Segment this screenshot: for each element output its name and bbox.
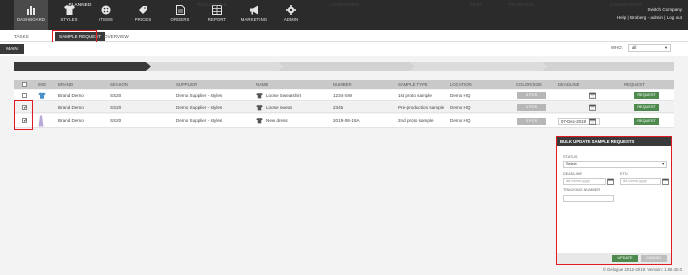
bulk-panel-title: BULK UPDATE SAMPLE REQUESTS bbox=[557, 137, 671, 146]
style-icon bbox=[256, 117, 263, 124]
col-request: REQUEST bbox=[624, 82, 645, 87]
calendar-icon[interactable] bbox=[607, 178, 614, 185]
request-button[interactable]: REQUEST bbox=[634, 92, 659, 99]
cell-name[interactable]: Loose sweat bbox=[266, 102, 292, 113]
cell-number: 2345 bbox=[333, 105, 344, 110]
cell-season: SS20 bbox=[110, 118, 122, 123]
status-label: STATUS bbox=[563, 155, 578, 159]
cell-name[interactable]: Loose Sweatshirt bbox=[266, 90, 301, 101]
col-brand[interactable]: BRAND bbox=[58, 80, 73, 89]
colorsize-button[interactable]: 2 PCS bbox=[517, 117, 546, 125]
calendar-icon[interactable] bbox=[589, 118, 596, 125]
tab-overview[interactable]: OVERVIEW bbox=[100, 32, 133, 41]
status-value: Select bbox=[566, 162, 577, 166]
cell-location: Demo HQ bbox=[450, 118, 471, 123]
cell-supplier: Demo Supplier - styles bbox=[176, 105, 223, 110]
bulk-etd-input[interactable]: dd-mmm-yyyy bbox=[620, 178, 661, 185]
bulk-deadline-input[interactable]: dd-mmm-yyyy bbox=[563, 178, 606, 185]
col-deadline[interactable]: DEADLINE bbox=[558, 80, 580, 89]
tracking-number-input[interactable] bbox=[563, 195, 614, 202]
cell-sample-type: 2nd proto sample bbox=[398, 118, 434, 123]
stage-requested[interactable]: REQUESTED bbox=[146, 0, 278, 9]
sweatshirt-thumbnail-icon bbox=[38, 92, 46, 99]
cell-number: 1234-SW bbox=[333, 93, 353, 98]
calendar-icon[interactable] bbox=[662, 178, 669, 185]
highlight-box-checkboxes bbox=[14, 100, 33, 130]
row-checkbox[interactable] bbox=[22, 93, 27, 98]
update-button[interactable]: UPDATE bbox=[612, 255, 638, 262]
cell-supplier: Demo Supplier - styles bbox=[176, 118, 223, 123]
cancel-button[interactable]: CANCEL bbox=[641, 255, 667, 262]
nav-label: REPORT bbox=[207, 17, 227, 22]
col-img: IMG bbox=[38, 82, 47, 87]
stage-requested-bg bbox=[146, 62, 283, 71]
tab-main[interactable]: MAIN bbox=[0, 44, 24, 54]
stage-bar bbox=[14, 62, 674, 71]
stage-planned-bg bbox=[14, 62, 151, 71]
stage-sent-bg bbox=[410, 62, 547, 71]
cell-sample-type: Pre-production sample bbox=[398, 105, 445, 110]
bulk-update-panel: BULK UPDATE SAMPLE REQUESTS STATUS Selec… bbox=[556, 136, 672, 265]
cell-sample-type: 1st proto sample bbox=[398, 93, 432, 98]
style-icon bbox=[256, 104, 263, 111]
nav-label: DASHBOARD bbox=[16, 17, 46, 22]
colorsize-button[interactable]: 1 PCS bbox=[517, 104, 546, 111]
calendar-icon[interactable] bbox=[589, 92, 596, 99]
nav-label: MARKETING bbox=[240, 17, 268, 22]
nav-label: PRICES bbox=[134, 17, 152, 22]
cell-number: 2019-08-18A bbox=[333, 118, 360, 123]
cell-location: Demo HQ bbox=[450, 93, 471, 98]
table-row[interactable]: Brand Demo SS20 Demo Supplier - styles L… bbox=[14, 102, 674, 113]
chevron-down-icon: ▾ bbox=[664, 45, 667, 50]
stage-confirmed-bg bbox=[278, 62, 415, 71]
nav-label: ORDERS bbox=[170, 17, 190, 22]
stage-planned[interactable]: PLANNED bbox=[14, 0, 146, 9]
table-row[interactable]: Brand Demo SS20 Demo Supplier - styles N… bbox=[14, 114, 674, 128]
nav-label: ITEMS bbox=[99, 17, 113, 22]
stage-received-bg bbox=[542, 62, 674, 71]
cell-brand: Brand Demo bbox=[58, 93, 84, 98]
stage-commented[interactable]: COMMENTED bbox=[560, 0, 688, 9]
col-season[interactable]: SEASON bbox=[110, 80, 128, 89]
deadline-label: DEADLINE bbox=[563, 172, 582, 176]
bulk-panel-footer: UPDATE CANCEL bbox=[557, 253, 671, 264]
nav-label: STYLES bbox=[60, 17, 78, 22]
style-icon bbox=[256, 92, 263, 99]
user-links[interactable]: Help | Broberg - admin | Log out bbox=[617, 14, 682, 22]
whois-value: all bbox=[632, 45, 637, 50]
stage-confirmed[interactable]: CONFIRMED bbox=[278, 0, 410, 9]
sub-bar bbox=[0, 42, 688, 56]
tab-tasks[interactable]: TASKS bbox=[10, 32, 33, 41]
request-button[interactable]: REQUEST bbox=[634, 117, 659, 125]
chevron-down-icon: ▾ bbox=[662, 162, 664, 166]
col-number[interactable]: NUMBER bbox=[333, 80, 352, 89]
col-name[interactable]: NAME bbox=[256, 80, 268, 89]
table-header: IMG BRAND SEASON SUPPLIER NAME NUMBER SA… bbox=[14, 80, 674, 89]
col-supplier[interactable]: SUPPLIER bbox=[176, 80, 197, 89]
whois-label: WHO: bbox=[611, 45, 623, 50]
colorsize-button[interactable]: 3 PCS bbox=[517, 92, 546, 99]
cell-brand: Brand Demo bbox=[58, 105, 84, 110]
dress-thumbnail-icon bbox=[38, 115, 44, 127]
calendar-icon[interactable] bbox=[589, 104, 596, 111]
cell-season: SS20 bbox=[110, 105, 122, 110]
cell-location: Demo HQ bbox=[450, 105, 471, 110]
cell-name[interactable]: New dress bbox=[266, 114, 288, 128]
select-all-checkbox[interactable] bbox=[22, 82, 27, 87]
cell-supplier: Demo Supplier - styles bbox=[176, 93, 223, 98]
status-select[interactable]: Select ▾ bbox=[563, 161, 667, 168]
request-button[interactable]: REQUEST bbox=[634, 104, 659, 111]
cell-season: SS20 bbox=[110, 93, 122, 98]
nav-label: ADMIN bbox=[283, 17, 299, 22]
col-colorsize: COLOR/SIZE bbox=[516, 82, 543, 87]
etd-label: ETD bbox=[620, 172, 628, 176]
whois-select[interactable]: all ▾ bbox=[628, 44, 671, 52]
table-row[interactable]: Brand Demo SS20 Demo Supplier - styles L… bbox=[14, 90, 674, 101]
module-tabs: TASKS SAMPLE REQUEST OVERVIEW bbox=[0, 30, 688, 42]
tracking-number-label: TRACKING NUMBER bbox=[563, 188, 601, 192]
col-location[interactable]: LOCATION bbox=[450, 80, 472, 89]
cell-brand: Brand Demo bbox=[58, 118, 84, 123]
footer-copyright: © Delogue 2012-2019. Version: 1.85.40.0 bbox=[602, 267, 682, 272]
col-sample-type[interactable]: SAMPLE TYPE bbox=[398, 80, 428, 89]
